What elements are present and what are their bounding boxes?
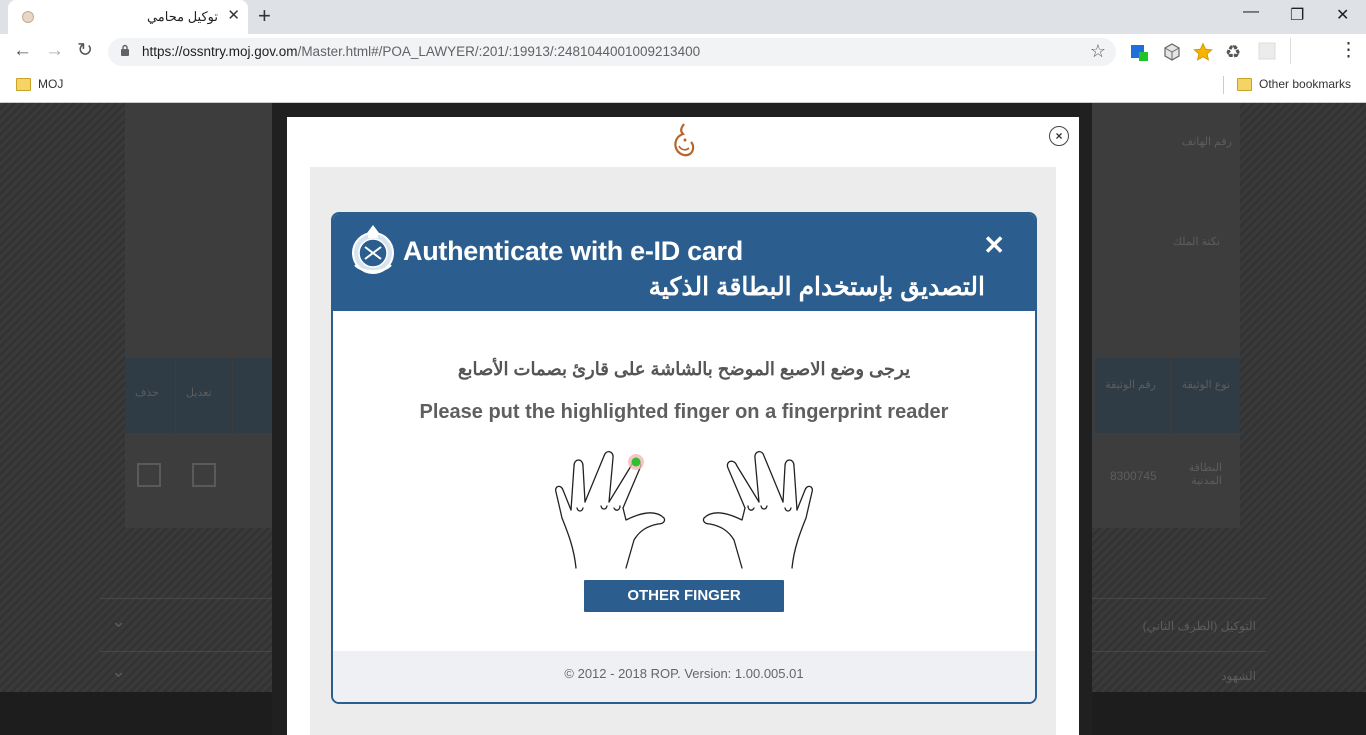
folder-icon [1237, 78, 1252, 91]
site-favicon-icon [22, 11, 34, 23]
cube-extension-icon[interactable] [1162, 42, 1182, 62]
edit-icon [192, 463, 216, 487]
bookmark-other[interactable]: Other bookmarks [1259, 77, 1351, 91]
rop-emblem-icon [347, 219, 399, 277]
section-witnesses: الشهود [1221, 669, 1256, 683]
hands-fingerprint-icon [554, 448, 814, 570]
browser-menu-icon[interactable]: ⋮ [1339, 40, 1358, 62]
version-text: © 2012 - 2018 ROP. Version: 1.00.005.01 [564, 666, 804, 681]
section-second-party: التوكيل (الطرف الثاني) [1142, 619, 1256, 633]
chevron-down-icon: ⌄ [111, 661, 127, 681]
instruction-arabic: يرجى وضع الاصبع الموضح بالشاشة على قارئ … [457, 359, 911, 379]
url-path: /Master.html#/POA_LAWYER/:201/:19913/:24… [297, 44, 701, 59]
reload-button[interactable]: ↻ [77, 40, 93, 62]
table-header-doc-number: رقم الوثيقة [1095, 358, 1170, 433]
tab-close-icon[interactable]: ✕ [227, 7, 240, 25]
table-header-blank [233, 358, 273, 433]
lock-icon[interactable] [120, 44, 130, 59]
left-hand-icon [555, 451, 666, 569]
phone-field-label: رقم الهاتف [1181, 136, 1232, 148]
bookmark-star-icon[interactable]: ☆ [1090, 41, 1106, 62]
url-host: https://ossntry.moj.gov.om [142, 44, 298, 59]
table-header-doc-type: نوع الوثيقة [1171, 358, 1240, 433]
back-button[interactable]: ← [13, 40, 32, 62]
tab-strip: توكيل محامي ✕ + — ❐ ✕ [0, 0, 1366, 34]
auth-title-english: Authenticate with e-ID card [403, 236, 743, 266]
eid-auth-dialog: Authenticate with e-ID card التصديق بإست… [331, 212, 1037, 704]
auth-close-button[interactable]: ✕ [983, 231, 1005, 259]
outer-modal-close-button[interactable]: × [1049, 126, 1069, 146]
folder-icon [16, 78, 31, 91]
instruction-english: Please put the highlighted finger on a f… [419, 401, 949, 423]
grid-extension-icon[interactable] [1258, 42, 1278, 62]
restore-button[interactable]: ❐ [1290, 5, 1304, 25]
toolbar-separator [1290, 38, 1291, 64]
auth-title-arabic: التصديق بإستخدام البطاقة الذكية [648, 273, 985, 301]
other-finger-button[interactable]: OTHER FINGER [584, 580, 784, 612]
bookmarks-bar: MOJ Other bookmarks [0, 70, 1366, 103]
browser-tab[interactable]: توكيل محامي ✕ [8, 0, 248, 34]
url-text[interactable]: https://ossntry.moj.gov.om/Master.html#/… [142, 44, 700, 59]
right-hand-icon [702, 451, 813, 569]
auth-dialog-footer: © 2012 - 2018 ROP. Version: 1.00.005.01 [333, 651, 1035, 702]
browser-toolbar: ← → ↻ https://ossntry.moj.gov.om/Master.… [0, 34, 1366, 70]
doc-type-cell: البطاقة المدنية [1188, 462, 1222, 487]
window-close-button[interactable]: ✕ [1336, 5, 1349, 25]
recycle-extension-icon[interactable]: ♻ [1225, 42, 1245, 62]
address-bar[interactable]: https://ossntry.moj.gov.om/Master.html#/… [108, 38, 1116, 66]
chevron-down-icon: ⌄ [111, 611, 127, 631]
field-label: نكتة الملك [1172, 236, 1220, 248]
minimize-button[interactable]: — [1243, 3, 1259, 21]
bookmarks-separator [1223, 76, 1224, 94]
star-extension-icon[interactable] [1193, 42, 1213, 62]
table-header-edit: تعديل [176, 358, 232, 433]
bookmark-moj[interactable]: MOJ [38, 77, 63, 91]
delete-icon [137, 463, 161, 487]
auth-dialog-header: Authenticate with e-ID card التصديق بإست… [333, 214, 1035, 311]
doc-number-cell: 8300745 [1110, 469, 1157, 483]
moj-logo-icon [671, 122, 697, 160]
new-tab-button[interactable]: + [258, 5, 271, 27]
tab-title: توكيل محامي [146, 9, 218, 24]
puzzle-extension-icon[interactable] [1130, 42, 1150, 62]
table-header-delete: حذف [125, 358, 175, 433]
forward-button[interactable]: → [45, 40, 64, 62]
